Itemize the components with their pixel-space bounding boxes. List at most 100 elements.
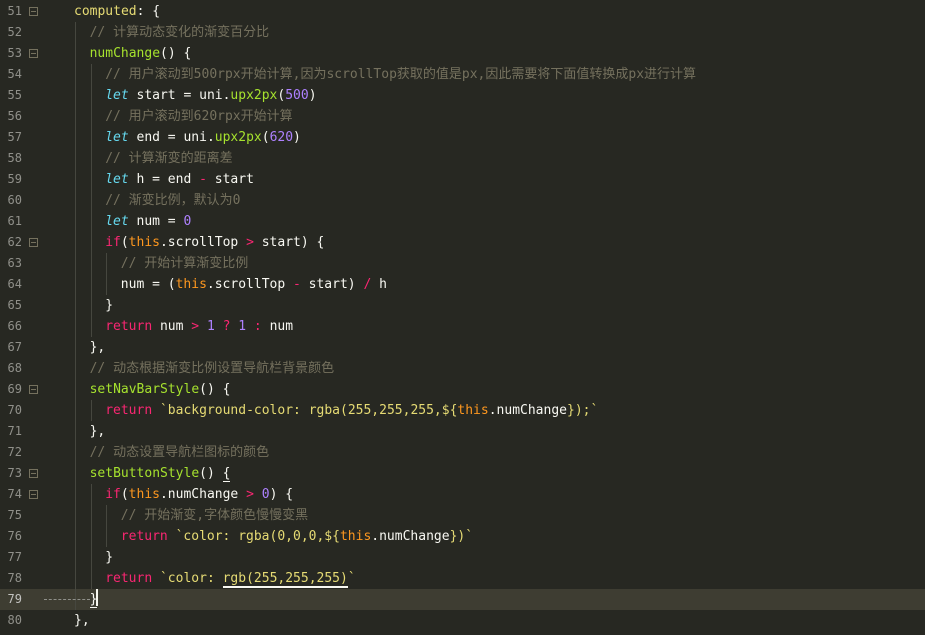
code-line[interactable]: 74 if(this.numChange > 0) { bbox=[0, 484, 925, 505]
code-text[interactable]: // 动态根据渐变比例设置导航栏背景颜色 bbox=[90, 358, 334, 379]
code-line[interactable]: 71}, bbox=[0, 421, 925, 442]
fold-toggle-icon[interactable] bbox=[29, 49, 38, 58]
code-text[interactable]: computed: { bbox=[74, 1, 160, 22]
code-token: })` bbox=[449, 529, 474, 544]
indent-guide bbox=[75, 106, 76, 127]
code-text[interactable]: }, bbox=[90, 337, 106, 358]
code-line[interactable]: 68 // 动态根据渐变比例设置导航栏背景颜色 bbox=[0, 358, 925, 379]
code-line[interactable]: 51 computed: { bbox=[0, 1, 925, 22]
line-number: 74 bbox=[7, 487, 22, 501]
code-token: start) bbox=[300, 277, 364, 292]
code-line[interactable]: 76 return `color: rgba(0,0,0,${this.numCh… bbox=[0, 526, 925, 547]
code-token: ) bbox=[308, 88, 317, 103]
code-token: .scrollTop bbox=[159, 235, 247, 250]
code-text[interactable]: setButtonStyle() { bbox=[90, 463, 231, 484]
indent-guide bbox=[75, 148, 76, 169]
code-text[interactable]: setNavBarStyle() { bbox=[90, 379, 231, 400]
code-line[interactable]: 58 // 计算渐变的距离差 bbox=[0, 148, 925, 169]
code-text[interactable]: let end = uni.upx2px(620) bbox=[105, 127, 301, 148]
code-text[interactable]: // 渐变比例，默认为0 bbox=[105, 190, 240, 211]
code-text[interactable]: // 计算动态变化的渐变百分比 bbox=[90, 22, 269, 43]
code-line[interactable]: 61 let num = 0 bbox=[0, 211, 925, 232]
code-text[interactable]: numChange() { bbox=[90, 43, 192, 64]
indent-guide bbox=[90, 85, 92, 106]
indent-guide bbox=[75, 253, 76, 274]
line-number: 66 bbox=[7, 319, 22, 333]
code-text[interactable]: }, bbox=[74, 610, 90, 631]
code-text[interactable]: }, bbox=[90, 421, 106, 442]
code-line[interactable]: 70 return `background-color: rgba(255,255… bbox=[0, 400, 925, 421]
code-text[interactable]: num = (this.scrollTop - start) / h bbox=[121, 274, 387, 295]
fold-toggle-icon[interactable] bbox=[29, 469, 38, 478]
code-line[interactable]: 79} bbox=[0, 589, 925, 610]
code-text[interactable]: if(this.scrollTop > start) { bbox=[105, 232, 324, 253]
line-number: 78 bbox=[7, 571, 22, 585]
code-token: start = uni. bbox=[128, 88, 231, 103]
indent-guide bbox=[75, 526, 76, 547]
code-line[interactable]: 75 // 开始渐变,字体颜色慢慢变黑 bbox=[0, 505, 925, 526]
code-line[interactable]: 52 // 计算动态变化的渐变百分比 bbox=[0, 22, 925, 43]
code-text[interactable]: } bbox=[105, 547, 113, 568]
code-line[interactable]: 66 return num > 1 ? 1 : num bbox=[0, 316, 925, 337]
indent-guide bbox=[75, 421, 76, 442]
code-line[interactable]: 65} bbox=[0, 295, 925, 316]
code-token: 620 bbox=[269, 130, 294, 145]
code-text[interactable]: // 动态设置导航栏图标的颜色 bbox=[90, 442, 269, 463]
code-text[interactable]: return `color: rgb(255,255,255)` bbox=[105, 568, 356, 589]
code-line[interactable]: 53 numChange() { bbox=[0, 43, 925, 64]
code-text[interactable]: // 用户滚动到500rpx开始计算,因为scrollTop获取的值是px,因此… bbox=[105, 64, 696, 85]
code-line[interactable]: 73 setButtonStyle() { bbox=[0, 463, 925, 484]
code-text[interactable]: // 用户滚动到620rpx开始计算 bbox=[105, 106, 292, 127]
code-text[interactable]: } bbox=[89, 589, 99, 610]
code-text[interactable]: } bbox=[105, 295, 113, 316]
code-token: let bbox=[105, 172, 129, 187]
code-editor[interactable]: 51 computed: {52// 计算动态变化的渐变百分比 53 numChang… bbox=[0, 0, 925, 635]
fold-toggle-icon[interactable] bbox=[29, 385, 38, 394]
code-line[interactable]: 77} bbox=[0, 547, 925, 568]
code-line[interactable]: 78 return `color: rgb(255,255,255)` bbox=[0, 568, 925, 589]
line-number: 72 bbox=[7, 445, 22, 459]
line-number: 56 bbox=[7, 109, 22, 123]
code-token: setButtonStyle bbox=[89, 466, 200, 481]
code-line[interactable]: 63 // 开始计算渐变比例 bbox=[0, 253, 925, 274]
code-line[interactable]: 54 // 用户滚动到500rpx开始计算,因为scrollTop获取的值是px,… bbox=[0, 64, 925, 85]
indent-guide bbox=[90, 274, 92, 295]
code-line[interactable]: 55 let start = uni.upx2px(500) bbox=[0, 85, 925, 106]
code-token: // 动态根据渐变比例设置导航栏背景颜色 bbox=[89, 361, 335, 376]
code-token: - bbox=[199, 172, 207, 187]
code-line[interactable]: 56 // 用户滚动到620rpx开始计算 bbox=[0, 106, 925, 127]
fold-toggle-icon[interactable] bbox=[29, 238, 38, 247]
indent-guide bbox=[90, 106, 92, 127]
code-line[interactable]: 72 // 动态设置导航栏图标的颜色 bbox=[0, 442, 925, 463]
code-line[interactable]: 59 let h = end - start bbox=[0, 169, 925, 190]
code-token: 500 bbox=[285, 88, 309, 103]
indent-guide bbox=[90, 400, 92, 421]
indent-guide bbox=[75, 22, 76, 43]
code-text[interactable]: if(this.numChange > 0) { bbox=[105, 484, 293, 505]
code-line[interactable]: 62 if(this.scrollTop > start) { bbox=[0, 232, 925, 253]
fold-toggle-icon[interactable] bbox=[29, 7, 38, 16]
code-line[interactable]: 60 // 渐变比例，默认为0 bbox=[0, 190, 925, 211]
code-line[interactable]: 67}, bbox=[0, 337, 925, 358]
code-line[interactable]: 57 let end = uni.upx2px(620) bbox=[0, 127, 925, 148]
code-text[interactable]: // 计算渐变的距离差 bbox=[105, 148, 232, 169]
code-line[interactable]: 80}, bbox=[0, 610, 925, 631]
line-number: 67 bbox=[7, 340, 22, 354]
code-line[interactable]: 64 num = (this.scrollTop - start) / h bbox=[0, 274, 925, 295]
code-text[interactable]: let start = uni.upx2px(500) bbox=[105, 85, 316, 106]
fold-toggle-icon[interactable] bbox=[29, 490, 38, 499]
code-line[interactable]: 69 setNavBarStyle() { bbox=[0, 379, 925, 400]
code-text[interactable]: // 开始计算渐变比例 bbox=[121, 253, 248, 274]
code-token: > bbox=[246, 235, 254, 250]
code-text[interactable]: let num = 0 bbox=[105, 211, 191, 232]
code-text[interactable]: return `color: rgba(0,0,0,${this.numChan… bbox=[121, 526, 473, 547]
code-token: } bbox=[105, 298, 114, 313]
code-text[interactable]: return num > 1 ? 1 : num bbox=[105, 316, 293, 337]
code-text[interactable]: // 开始渐变,字体颜色慢慢变黑 bbox=[121, 505, 308, 526]
indent-guide bbox=[75, 400, 76, 421]
code-text[interactable]: let h = end - start bbox=[105, 169, 254, 190]
indent-guide bbox=[90, 316, 92, 337]
code-text[interactable]: return `background-color: rgba(255,255,2… bbox=[105, 400, 598, 421]
line-number: 64 bbox=[7, 277, 22, 291]
